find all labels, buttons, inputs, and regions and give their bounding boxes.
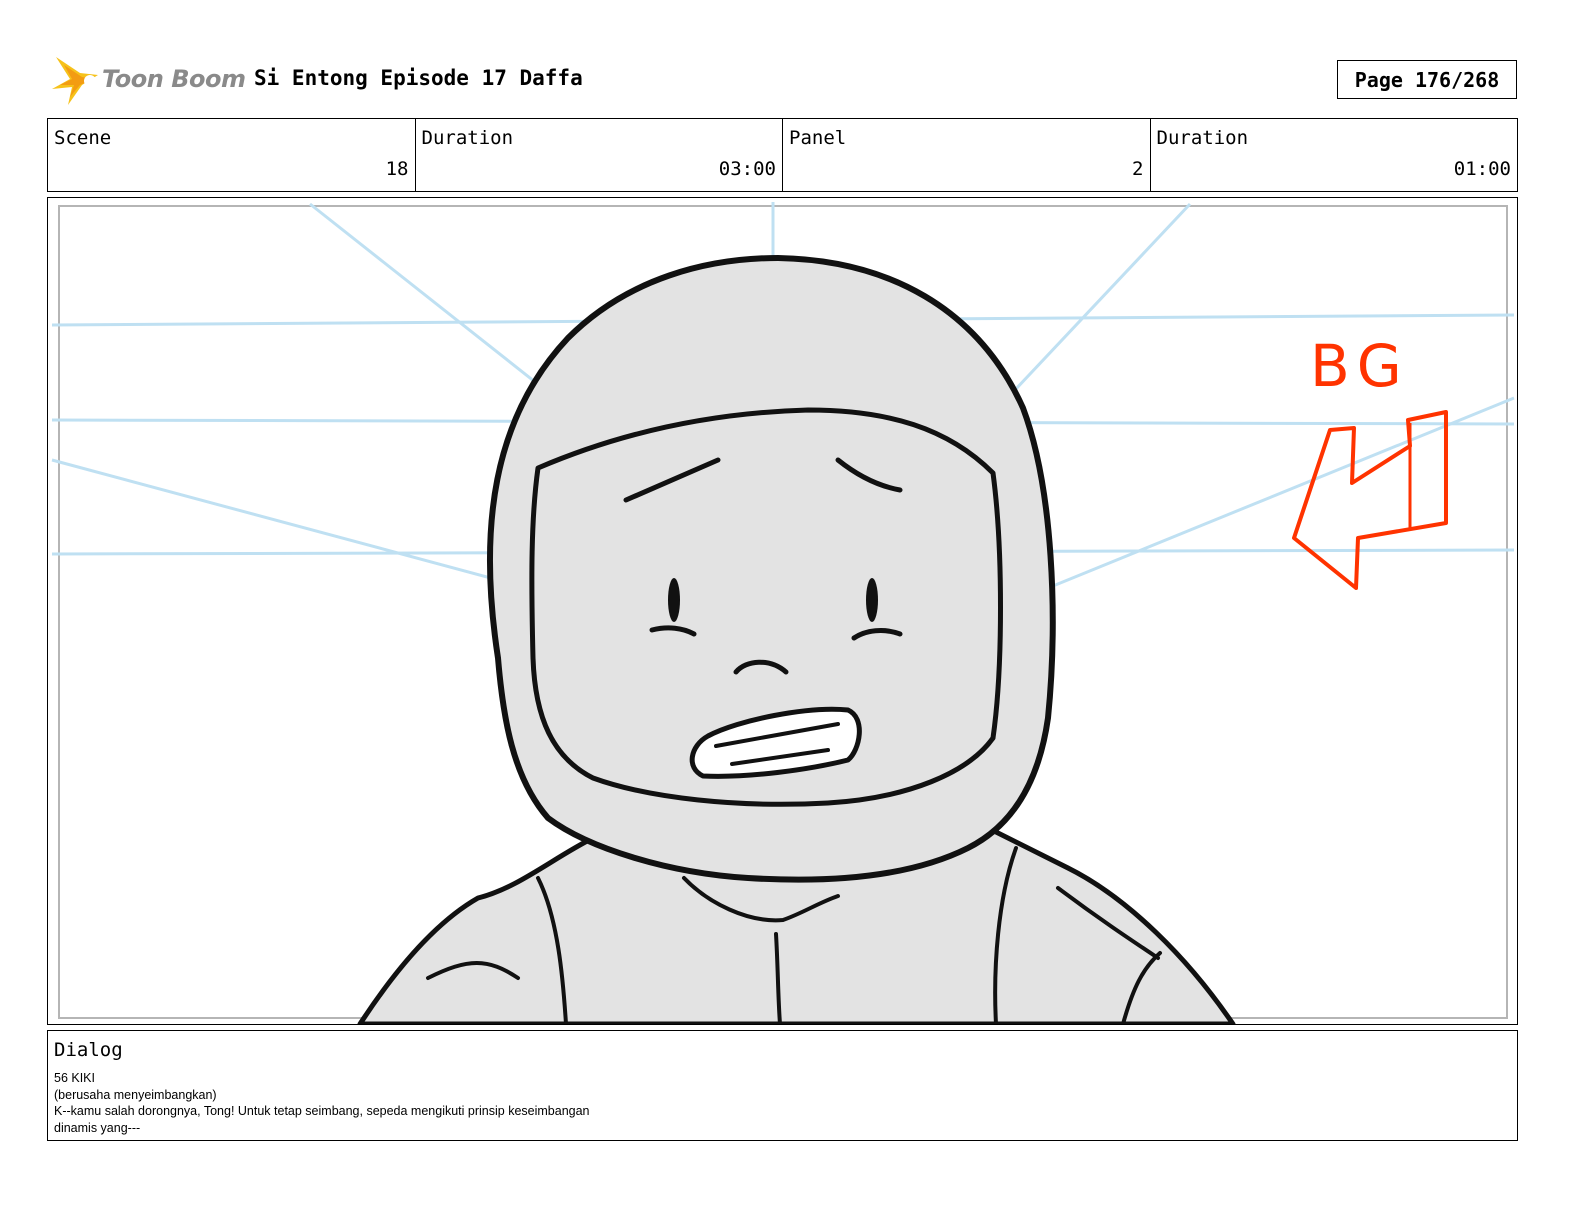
toon-boom-logo: Toon Boom: [50, 55, 246, 109]
panel-duration-label: Duration: [1156, 127, 1249, 149]
scene-duration-value: 03:00: [718, 158, 776, 180]
dialog-box: Dialog 56 KIKI (berusaha menyeimbangkan)…: [47, 1030, 1518, 1141]
panel-duration-cell: Duration 01:00: [1151, 119, 1518, 191]
panel-drawing: BG: [51, 202, 1515, 1024]
panel-label: Panel: [789, 127, 847, 149]
dialog-line: 56 KIKI: [54, 1071, 95, 1085]
bg-annotation: BG: [1310, 332, 1410, 400]
info-table: Scene 18 Duration 03:00 Panel 2 Duration…: [47, 118, 1518, 192]
page-number: Page 176/268: [1337, 60, 1517, 99]
scene-value: 18: [385, 158, 409, 180]
dialog-text: 56 KIKI (berusaha menyeimbangkan) K--kam…: [54, 1070, 590, 1136]
scene-label: Scene: [54, 127, 112, 149]
starburst-icon: [52, 57, 98, 105]
panel-duration-value: 01:00: [1453, 158, 1511, 180]
dialog-label: Dialog: [54, 1039, 123, 1061]
scene-cell: Scene 18: [48, 119, 416, 191]
logo-text: Toon Boom: [102, 65, 246, 93]
left-eye: [668, 578, 680, 622]
scene-duration-cell: Duration 03:00: [416, 119, 783, 191]
dialog-line: dinamis yang---: [54, 1120, 141, 1135]
right-eye: [866, 578, 878, 622]
dialog-line: K--kamu salah dorongnya, Tong! Untuk tet…: [54, 1104, 590, 1118]
panel-cell: Panel 2: [783, 119, 1151, 191]
scene-duration-label: Duration: [421, 127, 514, 149]
document-title: Si Entong Episode 17 Daffa: [254, 66, 583, 90]
panel-value: 2: [1132, 158, 1144, 180]
storyboard-panel: BG: [47, 197, 1518, 1025]
dialog-line: (berusaha menyeimbangkan): [54, 1087, 217, 1102]
arrow-left-icon: [1292, 410, 1448, 590]
